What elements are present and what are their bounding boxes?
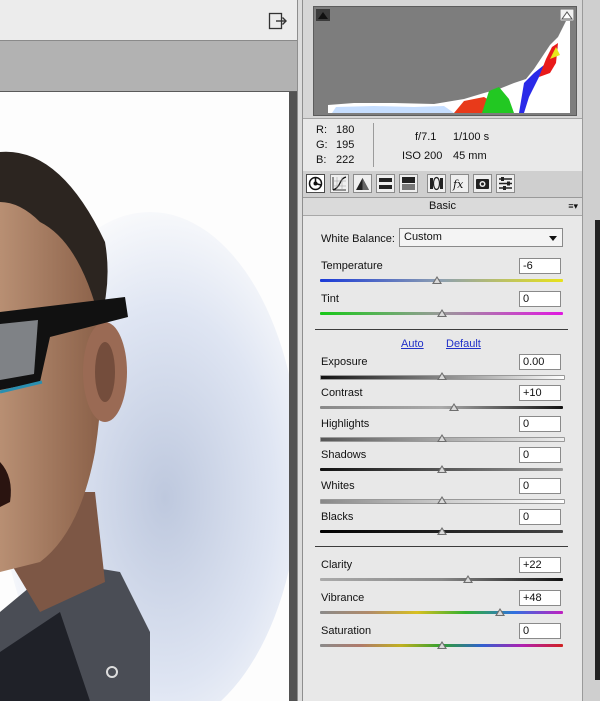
photo-preview — [0, 92, 289, 701]
r-readout: R: 180 — [316, 124, 355, 136]
adjustment-panel: R: 180 G: 195 B: 222 f/7.1 1/100 s ISO 200 … — [303, 0, 582, 701]
vibrance-field[interactable]: +48 — [519, 590, 561, 606]
shadows-thumb[interactable] — [436, 465, 447, 473]
effects-icon[interactable]: fx — [450, 174, 469, 193]
lens-corrections-icon[interactable] — [427, 174, 446, 193]
panel-title: Basic — [429, 200, 456, 212]
clarity-thumb[interactable] — [463, 575, 474, 583]
whites-thumb[interactable] — [436, 496, 447, 504]
focal-length-value: 45 mm — [453, 150, 487, 162]
highlights-field[interactable]: 0 — [519, 416, 561, 432]
iso-value: ISO 200 — [402, 150, 443, 162]
blacks-label: Blacks — [321, 511, 354, 523]
exposure-label: Exposure — [321, 356, 368, 368]
panel-scrollbar[interactable] — [582, 0, 600, 701]
shutter-value: 1/100 s — [453, 131, 490, 143]
preview-frame-edge — [289, 92, 297, 701]
aperture-value: f/7.1 — [415, 131, 437, 143]
preview-header-strip — [0, 41, 297, 91]
scrollbar-thumb[interactable] — [595, 220, 600, 680]
highlights-thumb[interactable] — [436, 434, 447, 442]
vibrance-slider[interactable] — [320, 611, 563, 614]
pixel-readout: R: 180 G: 195 B: 222 f/7.1 1/100 s ISO 200 … — [303, 118, 582, 172]
b-readout: B: 222 — [316, 154, 355, 166]
clarity-field[interactable]: +22 — [519, 557, 561, 573]
section-divider — [315, 546, 568, 547]
highlight-clipping-icon[interactable] — [560, 9, 574, 21]
highlights-label: Highlights — [321, 418, 370, 430]
image-preview-area — [0, 0, 297, 701]
basic-settings: White Balance: Custom Temperature -6 Tin… — [303, 216, 582, 701]
contrast-thumb[interactable] — [448, 403, 459, 411]
chevron-down-icon — [549, 236, 557, 241]
saturation-label: Saturation — [321, 625, 372, 637]
saturation-thumb[interactable] — [436, 641, 447, 649]
tint-thumb[interactable] — [436, 309, 447, 317]
shadows-label: Shadows — [321, 449, 367, 461]
white-balance-select[interactable]: Custom — [399, 228, 563, 247]
tint-label: Tint — [321, 293, 339, 305]
blacks-field[interactable]: 0 — [519, 509, 561, 525]
exposure-thumb[interactable] — [436, 372, 447, 380]
exit-fullscreen-icon[interactable] — [268, 12, 288, 30]
svg-text:fx: fx — [452, 178, 464, 191]
contrast-field[interactable]: +10 — [519, 385, 561, 401]
g-readout: G: 195 — [316, 139, 355, 151]
blacks-thumb[interactable] — [436, 527, 447, 535]
readout-divider — [373, 123, 374, 167]
exposure-field[interactable]: 0.00 — [519, 354, 561, 370]
vibrance-label: Vibrance — [321, 592, 365, 604]
default-link[interactable]: Default — [446, 338, 481, 350]
preview-toolbar — [0, 0, 297, 41]
shadow-clipping-icon[interactable] — [316, 9, 330, 21]
contrast-slider[interactable] — [320, 406, 563, 409]
camera-calibration-icon[interactable] — [473, 174, 492, 193]
whites-field[interactable]: 0 — [519, 478, 561, 494]
histogram-graph — [328, 13, 570, 113]
hsl-icon[interactable] — [376, 174, 395, 193]
detail-icon[interactable] — [353, 174, 372, 193]
basic-icon[interactable] — [306, 174, 325, 193]
clarity-slider[interactable] — [320, 578, 563, 581]
panel-menu-icon[interactable]: ≡▾ — [568, 198, 578, 215]
split-toning-icon[interactable] — [399, 174, 418, 193]
white-balance-value: Custom — [404, 231, 442, 243]
temperature-field[interactable]: -6 — [519, 258, 561, 274]
shadows-field[interactable]: 0 — [519, 447, 561, 463]
clarity-label: Clarity — [321, 559, 353, 571]
auto-link[interactable]: Auto — [401, 338, 424, 350]
panel-header: Basic ≡▾ — [303, 198, 582, 216]
section-divider — [315, 329, 568, 330]
presets-icon[interactable] — [496, 174, 515, 193]
temperature-label: Temperature — [321, 260, 383, 272]
histogram — [313, 6, 577, 116]
panel-tabs: fx — [303, 171, 582, 198]
tint-field[interactable]: 0 — [519, 291, 561, 307]
contrast-label: Contrast — [321, 387, 363, 399]
vibrance-thumb[interactable] — [494, 608, 505, 616]
whites-label: Whites — [321, 480, 355, 492]
saturation-field[interactable]: 0 — [519, 623, 561, 639]
temperature-thumb[interactable] — [431, 276, 442, 284]
white-balance-label: White Balance: — [321, 233, 395, 245]
tone-curve-icon[interactable] — [330, 174, 349, 193]
